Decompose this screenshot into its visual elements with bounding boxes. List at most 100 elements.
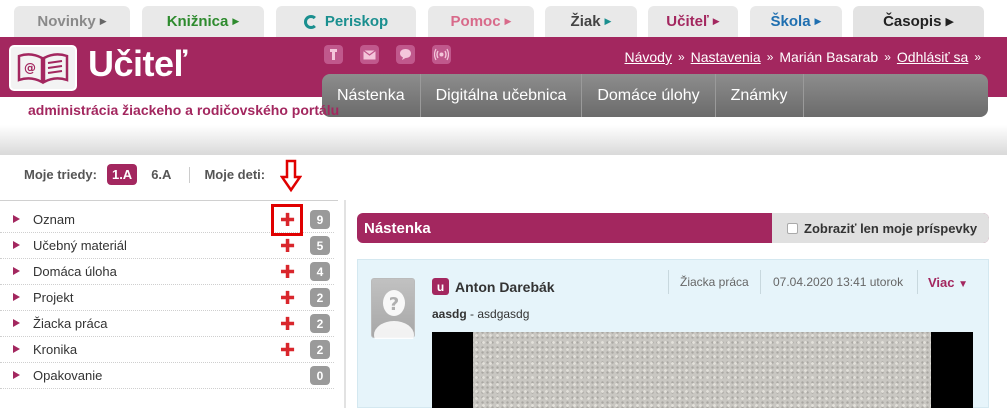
user-links: Návody » Nastavenia » Marián Basarab » O… <box>625 49 982 65</box>
list-item[interactable]: Učebný materiál ✚ 5 <box>0 233 334 259</box>
tab-ucitel-label: Učiteľ <box>666 13 709 30</box>
kids-label: Moje deti: <box>204 167 266 182</box>
list-item[interactable]: Žiacka práca ✚ 2 <box>0 311 334 337</box>
caret-down-icon: ▼ <box>958 279 969 290</box>
classes-label: Moje triedy: <box>24 167 97 182</box>
category-label: Projekt <box>33 290 74 305</box>
my-posts-label: Zobraziť len moje príspevky <box>804 220 978 236</box>
chevron-right-icon: ▶ <box>232 16 240 26</box>
divider <box>917 270 918 294</box>
image-content <box>473 332 931 408</box>
chevron-right-icon: ▶ <box>712 16 720 26</box>
user-role-badge: u <box>432 278 449 295</box>
mail-icon[interactable] <box>360 45 379 64</box>
tab-ucitel[interactable]: Učiteľ ▶ <box>648 6 738 37</box>
double-chevron-icon: » <box>974 50 981 64</box>
add-icon[interactable]: ✚ <box>280 289 295 307</box>
divider <box>189 166 191 183</box>
tab-ziak[interactable]: Žiak ▶ <box>545 6 637 37</box>
post-date: 07.04.2020 13:41 utorok <box>773 275 904 289</box>
category-label: Žiacka práca <box>33 316 108 331</box>
class-6a[interactable]: 6.A <box>147 167 175 182</box>
add-icon[interactable]: ✚ <box>280 237 295 255</box>
category-label: Opakovanie <box>33 368 103 383</box>
post-type: Žiacka práca <box>680 275 749 289</box>
tab-novinky[interactable]: Novinky ▶ <box>14 6 130 37</box>
post-image[interactable] <box>432 332 973 408</box>
tab-periskop[interactable]: Periskop <box>276 6 416 37</box>
chevron-right-icon: ▶ <box>604 16 612 26</box>
user-name: Marián Basarab <box>779 49 879 65</box>
tagline: administrácia žiackeho a rodičovského po… <box>28 102 340 118</box>
nastavenia-link[interactable]: Nastavenia <box>691 49 761 65</box>
divider <box>668 270 669 294</box>
tab-pomoc-label: Pomoc <box>450 13 501 30</box>
chat-icon[interactable] <box>396 45 415 64</box>
broadcast-icon[interactable] <box>432 45 451 64</box>
post-author[interactable]: Anton Darebák <box>455 279 555 295</box>
navody-link[interactable]: Návody <box>625 49 672 65</box>
nav-domace-ulohy[interactable]: Domáce úlohy <box>582 74 716 117</box>
highlight-box <box>271 204 303 236</box>
bullet-icon <box>13 241 20 249</box>
double-chevron-icon: » <box>766 50 774 64</box>
category-label: Domáca úloha <box>33 264 117 279</box>
post-text-rest: - asdgasdg <box>466 307 530 321</box>
divider <box>760 270 761 294</box>
category-label: Kronika <box>33 342 78 357</box>
down-arrow-icon <box>280 159 302 193</box>
tab-kniznica[interactable]: Knižnica ▶ <box>142 6 264 37</box>
more-menu-button[interactable]: Viac ▼ <box>928 275 968 290</box>
chevron-right-icon: ▶ <box>814 16 822 26</box>
bullet-icon <box>13 345 20 353</box>
list-item[interactable]: Domáca úloha ✚ 4 <box>0 259 334 285</box>
svg-text:?: ? <box>389 294 399 315</box>
svg-text:@: @ <box>24 61 36 75</box>
class-bar: Moje triedy: 1.A 6.A Moje deti: <box>24 164 265 185</box>
post-card: ? u Anton Darebák Žiacka práca 07.04.202… <box>357 259 989 408</box>
tab-kniznica-label: Knižnica <box>166 13 229 30</box>
add-icon[interactable]: ✚ <box>280 341 295 359</box>
board-title: Nástenka <box>364 219 431 237</box>
periskop-icon <box>303 14 318 29</box>
info-icon[interactable] <box>324 45 343 64</box>
my-posts-checkbox[interactable] <box>787 222 798 234</box>
logout-link[interactable]: Odhlásiť sa <box>897 49 968 65</box>
category-label: Učebný materiál <box>33 238 127 253</box>
tab-ziak-label: Žiak <box>570 13 601 30</box>
count-badge: 0 <box>310 366 330 385</box>
tab-skola-label: Škola <box>770 13 811 30</box>
list-item[interactable]: Projekt ✚ 2 <box>0 285 334 311</box>
add-icon[interactable]: ✚ <box>280 315 295 333</box>
divider <box>344 200 346 408</box>
class-1a[interactable]: 1.A <box>106 164 138 185</box>
count-badge: 2 <box>310 314 330 333</box>
tab-pomoc[interactable]: Pomoc ▶ <box>428 6 534 37</box>
category-label: Oznam <box>33 212 75 227</box>
list-item[interactable]: Kronika ✚ 2 <box>0 337 334 363</box>
double-chevron-icon: » <box>884 50 891 64</box>
header: @ Učiteľ Návody » Nastavenia » Marián Ba… <box>0 37 1007 155</box>
nav-digitalna-ucebnica[interactable]: Digitálna učebnica <box>421 74 583 117</box>
unknown-user-icon: ? <box>374 290 414 349</box>
add-icon[interactable]: ✚ <box>280 263 295 281</box>
tab-periskop-label: Periskop <box>324 13 389 30</box>
count-badge: 4 <box>310 262 330 281</box>
count-badge: 2 <box>310 288 330 307</box>
bullet-icon <box>13 319 20 327</box>
main-nav: Nástenka Digitálna učebnica Domáce úlohy… <box>322 74 988 117</box>
tab-casopis[interactable]: Časopis ▶ <box>853 6 984 37</box>
count-badge: 2 <box>310 340 330 359</box>
nav-znamky[interactable]: Známky <box>716 74 804 117</box>
logo[interactable]: @ <box>9 45 77 91</box>
header-icons <box>324 45 451 64</box>
chevron-right-icon: ▶ <box>99 16 107 26</box>
chevron-right-icon: ▶ <box>504 16 512 26</box>
top-tabs: Novinky ▶ Knižnica ▶ Periskop Pomoc ▶ Ži… <box>0 0 1007 37</box>
tab-skola[interactable]: Škola ▶ <box>750 6 842 37</box>
my-posts-filter[interactable]: Zobraziť len moje príspevky <box>772 213 989 243</box>
list-item[interactable]: Opakovanie 0 <box>0 363 334 389</box>
count-badge: 5 <box>310 236 330 255</box>
avatar: ? <box>371 278 415 349</box>
more-label: Viac <box>928 275 955 290</box>
